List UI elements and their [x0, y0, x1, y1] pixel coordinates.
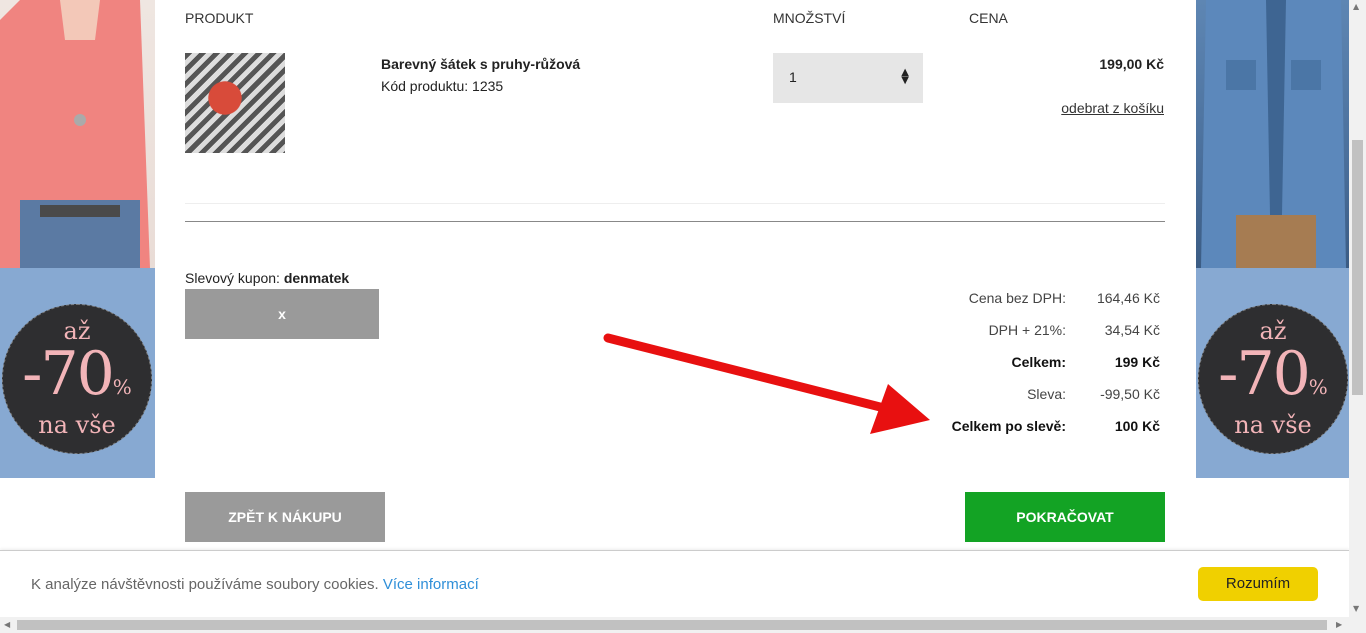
back-to-shopping-button[interactable]: ZPĚT K NÁKUPU: [185, 492, 385, 542]
scroll-down-icon[interactable]: ▼: [1353, 604, 1359, 613]
summary-value: -99,50 Kč: [1100, 386, 1160, 402]
remove-from-cart-link[interactable]: odebrat z košíku: [1061, 100, 1164, 116]
summary-label: Celkem po slevě:: [951, 418, 1066, 434]
quantity-value[interactable]: 1: [789, 69, 797, 85]
continue-button[interactable]: POKRAČOVAT: [965, 492, 1165, 542]
summary-row-net: Cena bez DPH: 164,46 Kč: [940, 290, 1160, 310]
coupon-code: denmatek: [283, 270, 350, 286]
coupon-info: Slevový kupon: denmatek: [185, 270, 349, 286]
horizontal-scroll-thumb[interactable]: [17, 620, 1327, 630]
summary-row-discount: Sleva: -99,50 Kč: [940, 386, 1160, 406]
scroll-up-icon[interactable]: ▲: [1353, 2, 1359, 11]
divider: [185, 221, 1165, 222]
divider: [185, 203, 1165, 204]
discount-promo: až -70% na vše: [1196, 268, 1351, 478]
vertical-scroll-thumb[interactable]: [1352, 140, 1363, 395]
column-header-price: CENA: [969, 10, 1008, 26]
spinner-arrows-icon[interactable]: ▲ ▼: [901, 68, 909, 86]
summary-value: 34,54 Kč: [1104, 322, 1160, 338]
cookie-bar: K analýze návštěvnosti používáme soubory…: [0, 550, 1349, 617]
model-photo-pink-shirt: [0, 0, 155, 268]
discount-badge: až -70% na vše: [2, 304, 152, 454]
coupon-label: Slevový kupon:: [185, 270, 280, 286]
promo-amount: -70%: [22, 339, 132, 409]
product-thumbnail[interactable]: [185, 53, 285, 153]
summary-row-total-after-discount: Celkem po slevě: 100 Kč: [940, 418, 1160, 438]
red-arrow-annotation-icon: [603, 333, 930, 434]
product-code: Kód produktu: 1235: [381, 78, 504, 94]
more-info-link[interactable]: Více informací: [383, 576, 479, 593]
scroll-left-icon[interactable]: ◀: [4, 620, 10, 629]
model-photo-denim-shirt: [1196, 0, 1351, 268]
promo-amount: -70%: [1218, 339, 1328, 409]
remove-coupon-button[interactable]: x: [185, 289, 379, 339]
summary-label: DPH + 21%:: [988, 322, 1066, 338]
column-header-quantity: MNOŽSTVÍ: [773, 10, 846, 26]
discount-badge: až -70% na vše: [1198, 304, 1348, 454]
summary-row-vat: DPH + 21%: 34,54 Kč: [940, 322, 1160, 342]
item-price: 199,00 Kč: [1099, 56, 1164, 72]
promo-suffix: na vše: [38, 411, 116, 439]
summary-value: 199 Kč: [1114, 354, 1160, 370]
left-side-banner[interactable]: až -70% na vše: [0, 0, 155, 478]
quantity-stepper[interactable]: 1 ▲ ▼: [773, 53, 923, 103]
cookie-accept-button[interactable]: Rozumím: [1198, 567, 1318, 601]
scroll-right-icon[interactable]: ▶: [1336, 620, 1342, 629]
discount-promo: až -70% na vše: [0, 268, 155, 478]
summary-row-total: Celkem: 199 Kč: [940, 354, 1160, 374]
summary-label: Celkem:: [1011, 354, 1066, 370]
summary-label: Sleva:: [1027, 386, 1066, 402]
right-side-banner[interactable]: až -70% na vše: [1196, 0, 1351, 478]
summary-value: 100 Kč: [1114, 418, 1160, 434]
cookie-text: K analýze návštěvnosti používáme soubory…: [31, 576, 379, 593]
promo-suffix: na vše: [1234, 411, 1312, 439]
product-name[interactable]: Barevný šátek s pruhy-růžová: [381, 56, 580, 72]
cookie-message: K analýze návštěvnosti používáme soubory…: [31, 576, 479, 593]
column-header-product: PRODUKT: [185, 10, 254, 26]
summary-value: 164,46 Kč: [1096, 290, 1160, 306]
summary-label: Cena bez DPH:: [968, 290, 1066, 306]
